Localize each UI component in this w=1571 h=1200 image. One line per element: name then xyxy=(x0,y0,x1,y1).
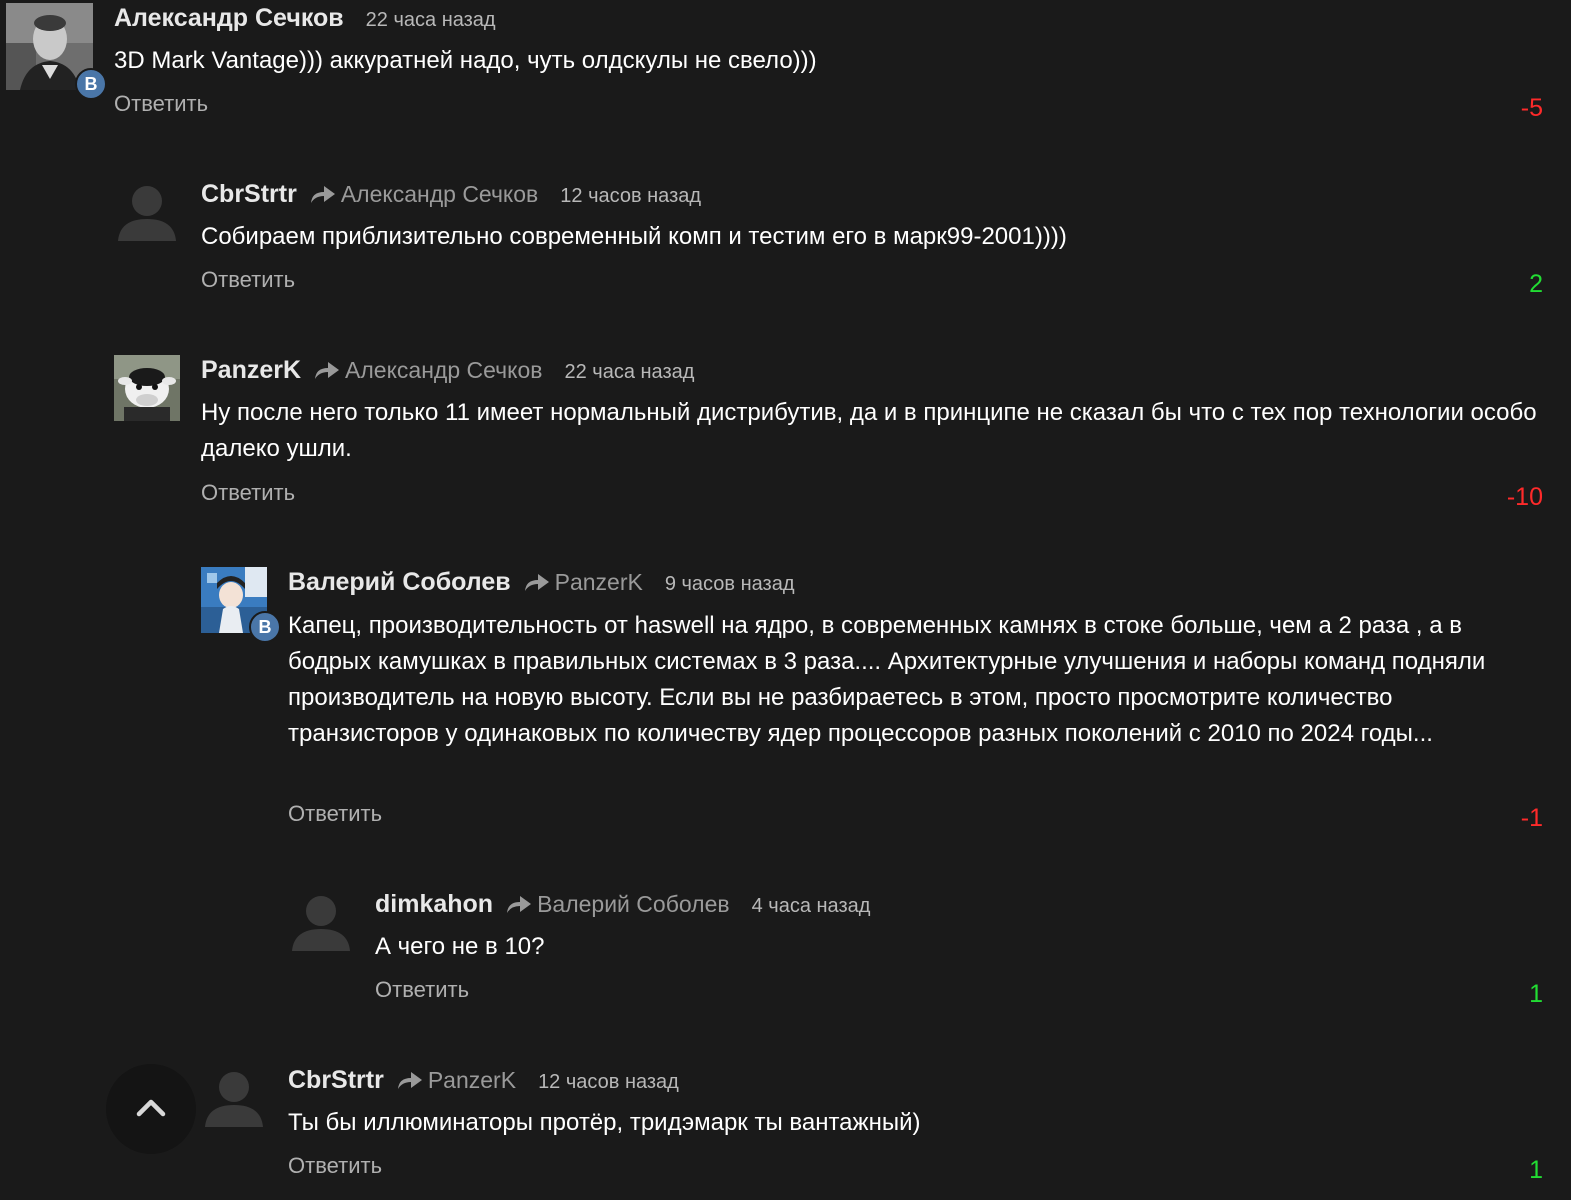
comment-score: 1 xyxy=(1529,980,1543,1008)
default-user-icon xyxy=(205,1072,263,1127)
scroll-to-top-button[interactable] xyxy=(106,1064,196,1154)
comment-time[interactable]: 9 часов назад xyxy=(665,573,795,596)
share-arrow-icon xyxy=(397,1072,422,1089)
reply-button[interactable]: Ответить xyxy=(375,977,469,1003)
avatar[interactable] xyxy=(288,889,354,955)
reply-button[interactable]: Ответить xyxy=(201,267,295,293)
comment-time[interactable]: 22 часа назад xyxy=(366,9,496,32)
avatar[interactable]: В xyxy=(201,567,281,643)
comment-text: Ты бы иллюминаторы протёр, тридэмарк ты … xyxy=(288,1109,921,1136)
comment-score: -5 xyxy=(1520,94,1543,122)
comment-text: Капец, производительность от haswell на … xyxy=(288,612,1486,747)
comment-time[interactable]: 4 часа назад xyxy=(752,895,871,918)
vk-badge-icon: В xyxy=(249,611,281,643)
comment-score: -10 xyxy=(1506,483,1543,511)
comment-text: А чего не в 10? xyxy=(375,933,545,960)
reply-button[interactable]: Ответить xyxy=(114,91,208,117)
comment-time[interactable]: 22 часа назад xyxy=(564,361,694,384)
avatar[interactable] xyxy=(114,355,180,421)
reply-button[interactable]: Ответить xyxy=(288,1153,382,1179)
comment-author[interactable]: CbrStrtr xyxy=(288,1066,384,1095)
reply-to-user[interactable]: Александр Сечков xyxy=(341,181,538,208)
share-arrow-icon xyxy=(507,896,532,913)
share-arrow-icon xyxy=(310,186,335,203)
comment-score: 1 xyxy=(1529,1156,1543,1184)
vk-badge-icon: В xyxy=(75,68,107,100)
comment-text: 3D Mark Vantage))) аккуратней надо, чуть… xyxy=(114,47,817,74)
reply-to-user[interactable]: PanzerK xyxy=(555,569,643,596)
reply-button[interactable]: Ответить xyxy=(201,480,295,506)
cartoon-cow-avatar-icon xyxy=(114,355,180,421)
comment-text: Собираем приблизительно современный комп… xyxy=(201,223,1067,250)
comment-time[interactable]: 12 часов назад xyxy=(560,185,701,208)
default-user-icon xyxy=(292,896,350,951)
default-user-icon xyxy=(118,186,176,241)
reply-to-user[interactable]: PanzerK xyxy=(428,1067,516,1094)
comment-score: 2 xyxy=(1529,270,1543,298)
comment-score: -1 xyxy=(1520,804,1543,832)
avatar[interactable]: В xyxy=(6,3,107,100)
chevron-up-icon xyxy=(136,1099,166,1117)
reply-to-user[interactable]: Валерий Соболев xyxy=(537,891,730,918)
comment-author[interactable]: Валерий Соболев xyxy=(288,568,511,597)
comment-time[interactable]: 12 часов назад xyxy=(538,1071,679,1094)
share-arrow-icon xyxy=(524,574,549,591)
share-arrow-icon xyxy=(315,362,340,379)
reply-to-user[interactable]: Александр Сечков xyxy=(345,357,542,384)
avatar[interactable] xyxy=(114,179,180,245)
avatar[interactable] xyxy=(201,1065,267,1131)
comment-author[interactable]: PanzerK xyxy=(201,356,301,385)
comment-author[interactable]: CbrStrtr xyxy=(201,180,297,209)
comment-author[interactable]: dimkahon xyxy=(375,890,493,919)
comment-author[interactable]: Александр Сечков xyxy=(114,4,344,33)
comment-text: Ну после него только 11 имеет нормальный… xyxy=(201,399,1537,462)
reply-button[interactable]: Ответить xyxy=(288,801,382,827)
